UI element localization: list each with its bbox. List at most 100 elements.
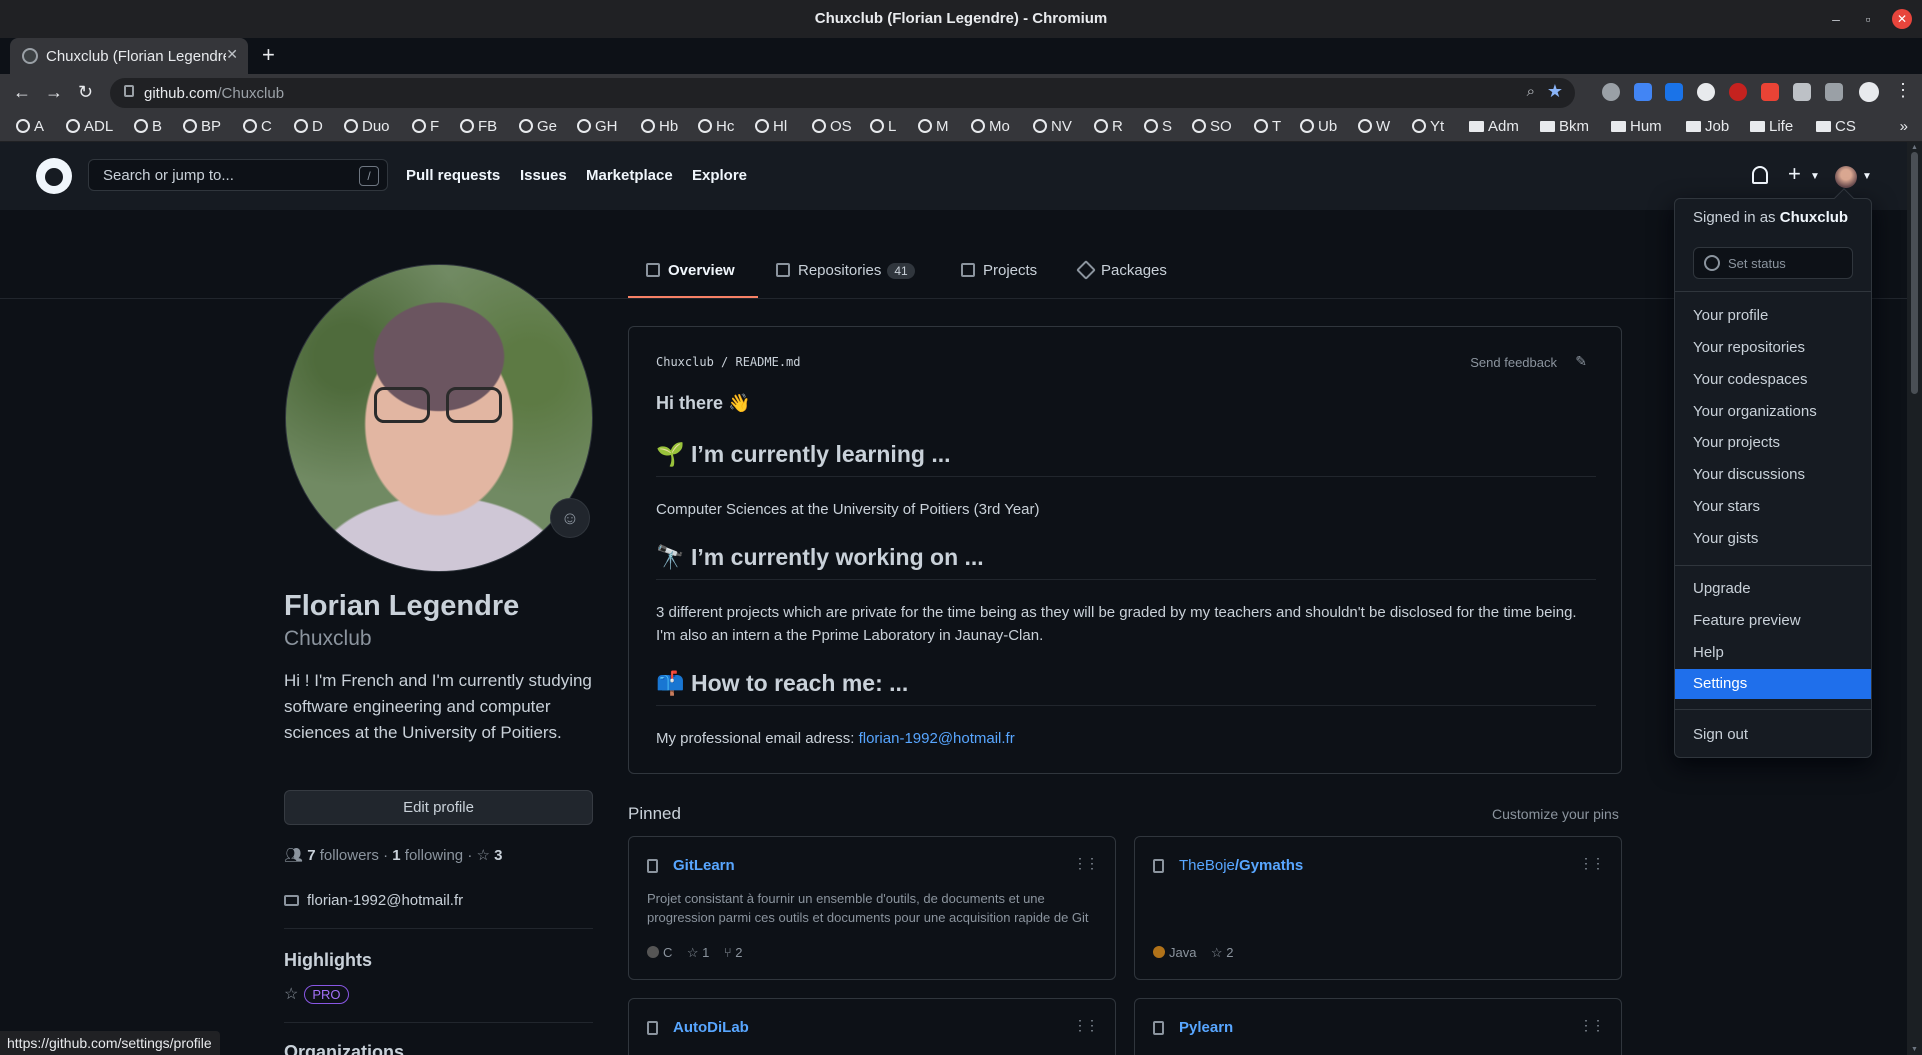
send-feedback-link[interactable]: Send feedback bbox=[1470, 355, 1557, 370]
bookmark-folder[interactable]: CS bbox=[1816, 118, 1856, 135]
bookmark-folder[interactable]: Job bbox=[1686, 118, 1729, 135]
bookmark-item[interactable]: W bbox=[1358, 118, 1390, 135]
nav-issues[interactable]: Issues bbox=[520, 167, 567, 184]
fork-icon[interactable]: ⑂ bbox=[724, 945, 732, 960]
browser-profile-icon[interactable] bbox=[1859, 82, 1879, 102]
readme-owner-link[interactable]: Chuxclub bbox=[656, 355, 714, 369]
close-window-button[interactable]: ✕ bbox=[1892, 9, 1912, 29]
bookmark-item[interactable]: L bbox=[870, 118, 896, 135]
bookmark-item[interactable]: Duo bbox=[344, 118, 390, 135]
user-avatar-menu[interactable] bbox=[1835, 166, 1857, 188]
tab-projects[interactable]: Projects bbox=[961, 262, 1037, 279]
tab-packages[interactable]: Packages bbox=[1076, 260, 1167, 280]
browser-tab[interactable]: Chuxclub (Florian Legendre) - GitHub ✕ bbox=[10, 38, 248, 74]
bookmark-star-icon[interactable]: ★ bbox=[1547, 81, 1563, 102]
menu-your-stars[interactable]: Your stars bbox=[1675, 492, 1871, 522]
address-bar[interactable]: github.com/Chuxclub ⌕ ★ bbox=[110, 78, 1575, 108]
menu-help[interactable]: Help bbox=[1675, 638, 1871, 668]
drag-handle-icon[interactable]: ⋮⋮ bbox=[1579, 1017, 1605, 1034]
new-tab-button[interactable]: + bbox=[262, 42, 275, 68]
bookmark-item[interactable]: M bbox=[918, 118, 949, 135]
menu-upgrade[interactable]: Upgrade bbox=[1675, 574, 1871, 604]
bookmark-item[interactable]: F bbox=[412, 118, 439, 135]
bookmark-item[interactable]: T bbox=[1254, 118, 1281, 135]
bookmark-folder[interactable]: Bkm bbox=[1540, 118, 1589, 135]
bookmark-item[interactable]: R bbox=[1094, 118, 1123, 135]
bookmark-item[interactable]: Yt bbox=[1412, 118, 1444, 135]
readme-email-link[interactable]: florian-1992@hotmail.fr bbox=[859, 730, 1015, 747]
menu-feature-preview[interactable]: Feature preview bbox=[1675, 606, 1871, 636]
star-outline-icon[interactable]: ☆ bbox=[1211, 945, 1223, 960]
tab-overview[interactable]: Overview bbox=[646, 262, 735, 279]
menu-your-projects[interactable]: Your projects bbox=[1675, 428, 1871, 458]
followers-link[interactable]: 7 followers bbox=[307, 847, 379, 864]
bookmark-item[interactable]: ADL bbox=[66, 118, 113, 135]
bookmark-folder[interactable]: Adm bbox=[1469, 118, 1519, 135]
bookmark-item[interactable]: Ge bbox=[519, 118, 557, 135]
scroll-up-icon[interactable]: ▲ bbox=[1911, 144, 1918, 151]
bookmark-item[interactable]: GH bbox=[577, 118, 618, 135]
bookmark-item[interactable]: SO bbox=[1192, 118, 1232, 135]
nav-pull-requests[interactable]: Pull requests bbox=[406, 167, 500, 184]
bookmark-folder[interactable]: Hum bbox=[1611, 118, 1662, 135]
bookmark-item[interactable]: D bbox=[294, 118, 323, 135]
repo-name-link[interactable]: Pylearn bbox=[1179, 1019, 1233, 1036]
menu-your-discussions[interactable]: Your discussions bbox=[1675, 460, 1871, 490]
search-input[interactable]: Search or jump to... / bbox=[88, 159, 388, 191]
bookmark-item[interactable]: Ub bbox=[1300, 118, 1337, 135]
media-icon[interactable] bbox=[1825, 83, 1843, 101]
bookmark-item[interactable]: NV bbox=[1033, 118, 1072, 135]
browser-menu-icon[interactable]: ⋮ bbox=[1894, 80, 1912, 101]
customize-pins-link[interactable]: Customize your pins bbox=[1492, 806, 1619, 822]
repo-name-link[interactable]: TheBoje/Gymaths bbox=[1179, 857, 1303, 874]
bookmark-item[interactable]: B bbox=[134, 118, 162, 135]
extension-icon[interactable] bbox=[1729, 83, 1747, 101]
forward-arrow-icon[interactable]: → bbox=[45, 82, 63, 103]
star-outline-icon[interactable]: ☆ bbox=[687, 945, 699, 960]
menu-your-profile[interactable]: Your profile bbox=[1675, 301, 1871, 331]
zoom-icon[interactable]: ⌕ bbox=[1527, 83, 1535, 100]
drag-handle-icon[interactable]: ⋮⋮ bbox=[1073, 1017, 1099, 1034]
menu-your-organizations[interactable]: Your organizations bbox=[1675, 397, 1871, 427]
bookmark-item[interactable]: Hb bbox=[641, 118, 678, 135]
translate-icon[interactable] bbox=[1665, 83, 1683, 101]
page-scrollbar[interactable]: ▲ ▼ bbox=[1907, 142, 1922, 1055]
menu-your-gists[interactable]: Your gists bbox=[1675, 524, 1871, 554]
address-url[interactable]: github.com/Chuxclub bbox=[144, 85, 284, 102]
extension-icon[interactable] bbox=[1761, 83, 1779, 101]
bookmark-folder[interactable]: Life bbox=[1750, 118, 1793, 135]
scrollbar-thumb[interactable] bbox=[1911, 152, 1918, 394]
nav-marketplace[interactable]: Marketplace bbox=[586, 167, 673, 184]
following-link[interactable]: 1 following bbox=[392, 847, 463, 864]
back-arrow-icon[interactable]: ← bbox=[13, 82, 31, 103]
notifications-bell-icon[interactable] bbox=[1752, 166, 1768, 184]
maximize-button[interactable]: ▫ bbox=[1858, 9, 1878, 29]
bookmark-item[interactable]: C bbox=[243, 118, 272, 135]
bookmark-item[interactable]: S bbox=[1144, 118, 1172, 135]
profile-email-row[interactable]: florian-1992@hotmail.fr bbox=[284, 892, 463, 909]
reload-icon[interactable]: ↻ bbox=[78, 82, 93, 103]
menu-your-repositories[interactable]: Your repositories bbox=[1675, 333, 1871, 363]
set-status-smiley-icon[interactable]: ☺ bbox=[550, 498, 590, 538]
extension-icon[interactable] bbox=[1697, 83, 1715, 101]
bookmarks-overflow-icon[interactable]: » bbox=[1900, 118, 1908, 135]
menu-your-codespaces[interactable]: Your codespaces bbox=[1675, 365, 1871, 395]
nav-explore[interactable]: Explore bbox=[692, 167, 747, 184]
scroll-down-icon[interactable]: ▼ bbox=[1911, 1046, 1918, 1053]
bookmark-item[interactable]: Hl bbox=[755, 118, 787, 135]
profile-email[interactable]: florian-1992@hotmail.fr bbox=[307, 892, 463, 909]
edit-profile-button[interactable]: Edit profile bbox=[284, 790, 593, 825]
bookmark-item[interactable]: Hc bbox=[698, 118, 734, 135]
repo-name-link[interactable]: AutoDiLab bbox=[673, 1019, 749, 1036]
bookmark-item[interactable]: BP bbox=[183, 118, 221, 135]
edit-pencil-icon[interactable]: ✎ bbox=[1575, 353, 1587, 370]
extension-icon[interactable] bbox=[1634, 83, 1652, 101]
repo-name-link[interactable]: GitLearn bbox=[673, 857, 735, 874]
drag-handle-icon[interactable]: ⋮⋮ bbox=[1579, 855, 1605, 872]
set-status-button[interactable]: Set status bbox=[1693, 247, 1853, 279]
bookmark-item[interactable]: FB bbox=[460, 118, 497, 135]
stars-link[interactable]: ☆ 3 bbox=[477, 847, 503, 864]
puzzle-icon[interactable] bbox=[1793, 83, 1811, 101]
tab-repositories[interactable]: Repositories 41 bbox=[776, 262, 915, 279]
drag-handle-icon[interactable]: ⋮⋮ bbox=[1073, 855, 1099, 872]
